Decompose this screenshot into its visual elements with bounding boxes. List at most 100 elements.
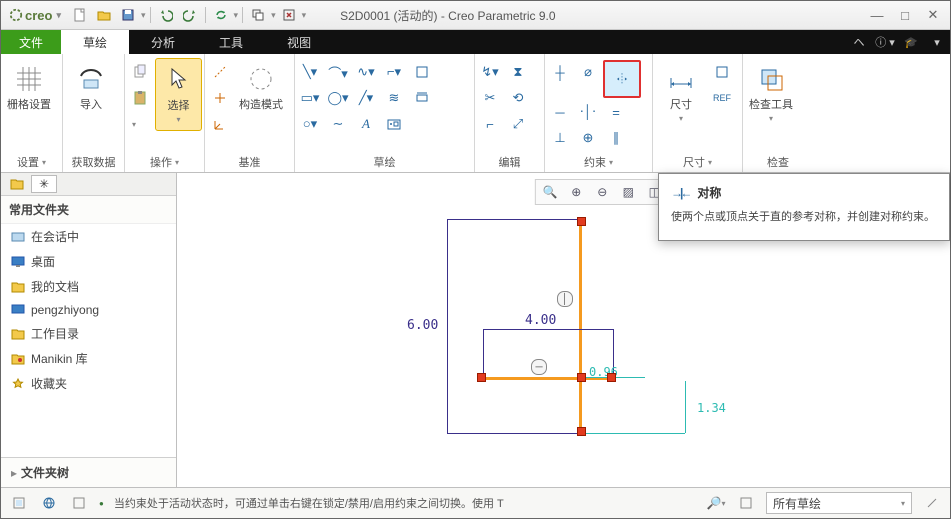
sidebar-item-documents[interactable]: 我的文档	[1, 274, 176, 299]
sidebar-item-favorites[interactable]: 收藏夹	[1, 371, 176, 396]
find-icon[interactable]: 🔎▾	[706, 493, 726, 513]
curve-icon[interactable]: ∼	[325, 112, 351, 136]
new-file-icon[interactable]	[69, 4, 91, 26]
maximize-button[interactable]: □	[892, 6, 918, 24]
tab-sketch[interactable]: 草绘	[61, 30, 129, 54]
selection-filter-icon[interactable]	[736, 493, 756, 513]
perp-constraint-icon[interactable]: ⊥	[547, 126, 573, 150]
line-icon[interactable]: ╲▾	[297, 60, 323, 84]
import-button[interactable]: 导入	[65, 58, 117, 116]
setup-dd[interactable]: ▾	[42, 158, 46, 167]
collapse-ribbon-icon[interactable]: ヘ	[846, 30, 872, 54]
vertex[interactable]	[607, 373, 616, 382]
centerline-icon[interactable]	[207, 60, 233, 84]
horizontal-constraint-icon[interactable]: ─	[547, 100, 573, 124]
rotate-icon[interactable]: ⟲	[505, 86, 531, 110]
sidebar-item-desktop[interactable]: 桌面	[1, 249, 176, 274]
close-window-icon[interactable]	[278, 4, 300, 26]
sidebar-item-workdir[interactable]: 工作目录	[1, 321, 176, 346]
learn-icon[interactable]: 🎓	[898, 30, 924, 54]
vertex[interactable]	[577, 427, 586, 436]
select-button[interactable]: 选择▾	[155, 58, 202, 131]
constraint-glyph-h[interactable]: ─	[531, 359, 547, 375]
zoom-fit-icon[interactable]: 🔍	[539, 182, 561, 202]
regenerate-icon[interactable]	[210, 4, 232, 26]
status-select-icon[interactable]	[69, 493, 89, 513]
coord-sys-icon[interactable]	[207, 112, 233, 136]
mirror-icon[interactable]: ⧗	[505, 60, 531, 84]
chamfer-icon[interactable]: ╱▾	[353, 86, 379, 110]
constraint-glyph-v[interactable]: │	[557, 291, 573, 307]
delete-seg-icon[interactable]: ✂	[477, 86, 503, 110]
construction-mode-button[interactable]: 构造模式	[235, 58, 287, 116]
vertical-constraint-icon[interactable]: ┼	[547, 60, 573, 84]
undo-icon[interactable]	[155, 4, 177, 26]
fillet-icon[interactable]: ⌐▾	[381, 60, 407, 84]
redo-icon[interactable]	[179, 4, 201, 26]
parallel-constraint-icon[interactable]: ∥	[603, 126, 629, 150]
close-button[interactable]: ✕	[920, 6, 946, 24]
dim-dd[interactable]: ▾	[708, 158, 712, 167]
help-icon[interactable]: ⓘ ▾	[872, 30, 898, 54]
tab-view[interactable]: 视图	[265, 30, 333, 54]
file-tab[interactable]: 文件	[1, 30, 61, 54]
baseline-dim-icon[interactable]	[709, 60, 735, 84]
trim-icon[interactable]: ↯▾	[477, 60, 503, 84]
thicken-icon[interactable]: ≋	[381, 86, 407, 110]
grid-settings-button[interactable]: 栅格设置	[3, 58, 55, 116]
sketch-overflow[interactable]	[409, 112, 423, 136]
arc-icon[interactable]: ⌒▾	[325, 60, 351, 84]
sidebar-item-session[interactable]: 在会话中	[1, 224, 176, 249]
text-icon[interactable]: A	[353, 112, 379, 136]
sidebar-tree-toggle[interactable]: ▸文件夹树	[1, 457, 176, 487]
paste-icon[interactable]	[127, 86, 153, 110]
selection-filter-combo[interactable]: 所有草绘▾	[766, 492, 912, 514]
inspect-button[interactable]: 检查工具▾	[745, 58, 797, 129]
equal-constraint-icon[interactable]: =	[603, 100, 629, 124]
vertex[interactable]	[577, 373, 586, 382]
tab-tools[interactable]: 工具	[197, 30, 265, 54]
dim-6[interactable]: 6.00	[407, 318, 438, 333]
copy-icon[interactable]	[127, 60, 153, 84]
sidebar-tab-folders[interactable]	[7, 176, 27, 192]
vertex[interactable]	[477, 373, 486, 382]
open-file-icon[interactable]	[93, 4, 115, 26]
constrain-dd[interactable]: ▾	[609, 158, 613, 167]
sidebar-item-manikin[interactable]: Manikin 库	[1, 346, 176, 371]
offset-icon[interactable]	[409, 60, 435, 84]
sidebar-item-user[interactable]: pengzhiyong	[1, 299, 176, 321]
settings-menu-icon[interactable]: ▾	[924, 30, 950, 54]
symmetric-constraint-icon[interactable]	[603, 60, 641, 98]
ref-dim-icon[interactable]: REF	[709, 86, 735, 110]
circle-icon[interactable]: ○▾	[297, 112, 323, 136]
status-web-icon[interactable]	[39, 493, 59, 513]
palette-icon[interactable]	[381, 112, 407, 136]
windows-icon[interactable]	[247, 4, 269, 26]
dim-4[interactable]: 4.00	[525, 313, 556, 328]
zoom-out-icon[interactable]: ⊖	[591, 182, 613, 202]
coincident-constraint-icon[interactable]: ⊕	[575, 126, 601, 150]
project-icon[interactable]	[409, 86, 435, 110]
sidebar-tab-fav[interactable]: ✳	[31, 175, 57, 193]
status-end-icon[interactable]	[922, 493, 942, 513]
corner-icon[interactable]: ⌐	[477, 112, 503, 136]
tangent-constraint-icon[interactable]: ⌀	[575, 60, 601, 84]
rectangle-icon[interactable]: ▭▾	[297, 86, 323, 110]
dimension-button[interactable]: 尺寸▾	[655, 58, 707, 129]
point-icon[interactable]	[207, 86, 233, 110]
scale-icon[interactable]: ⤢	[505, 112, 531, 136]
tab-analysis[interactable]: 分析	[129, 30, 197, 54]
midpoint-constraint-icon[interactable]: ⋅│⋅	[575, 100, 601, 124]
minimize-button[interactable]: —	[864, 6, 890, 24]
ops-dd[interactable]: ▾	[175, 158, 179, 167]
status-clipboard-icon[interactable]	[9, 493, 29, 513]
save-icon[interactable]	[117, 4, 139, 26]
ellipse-icon[interactable]: ◯▾	[325, 86, 351, 110]
graphics-canvas[interactable]: 🔍 ⊕ ⊖ ▨ ◫ ⋯ →|←对称 使两个点或顶点关于直的参考对称，并创建对称约…	[177, 173, 950, 487]
dim-cy-v[interactable]: 1.34	[697, 401, 726, 415]
vertex[interactable]	[577, 217, 586, 226]
spline-icon[interactable]: ∿▾	[353, 60, 379, 84]
zoom-in-icon[interactable]: ⊕	[565, 182, 587, 202]
repaint-icon[interactable]: ▨	[617, 182, 639, 202]
paste-dd[interactable]: ▾	[127, 112, 141, 136]
